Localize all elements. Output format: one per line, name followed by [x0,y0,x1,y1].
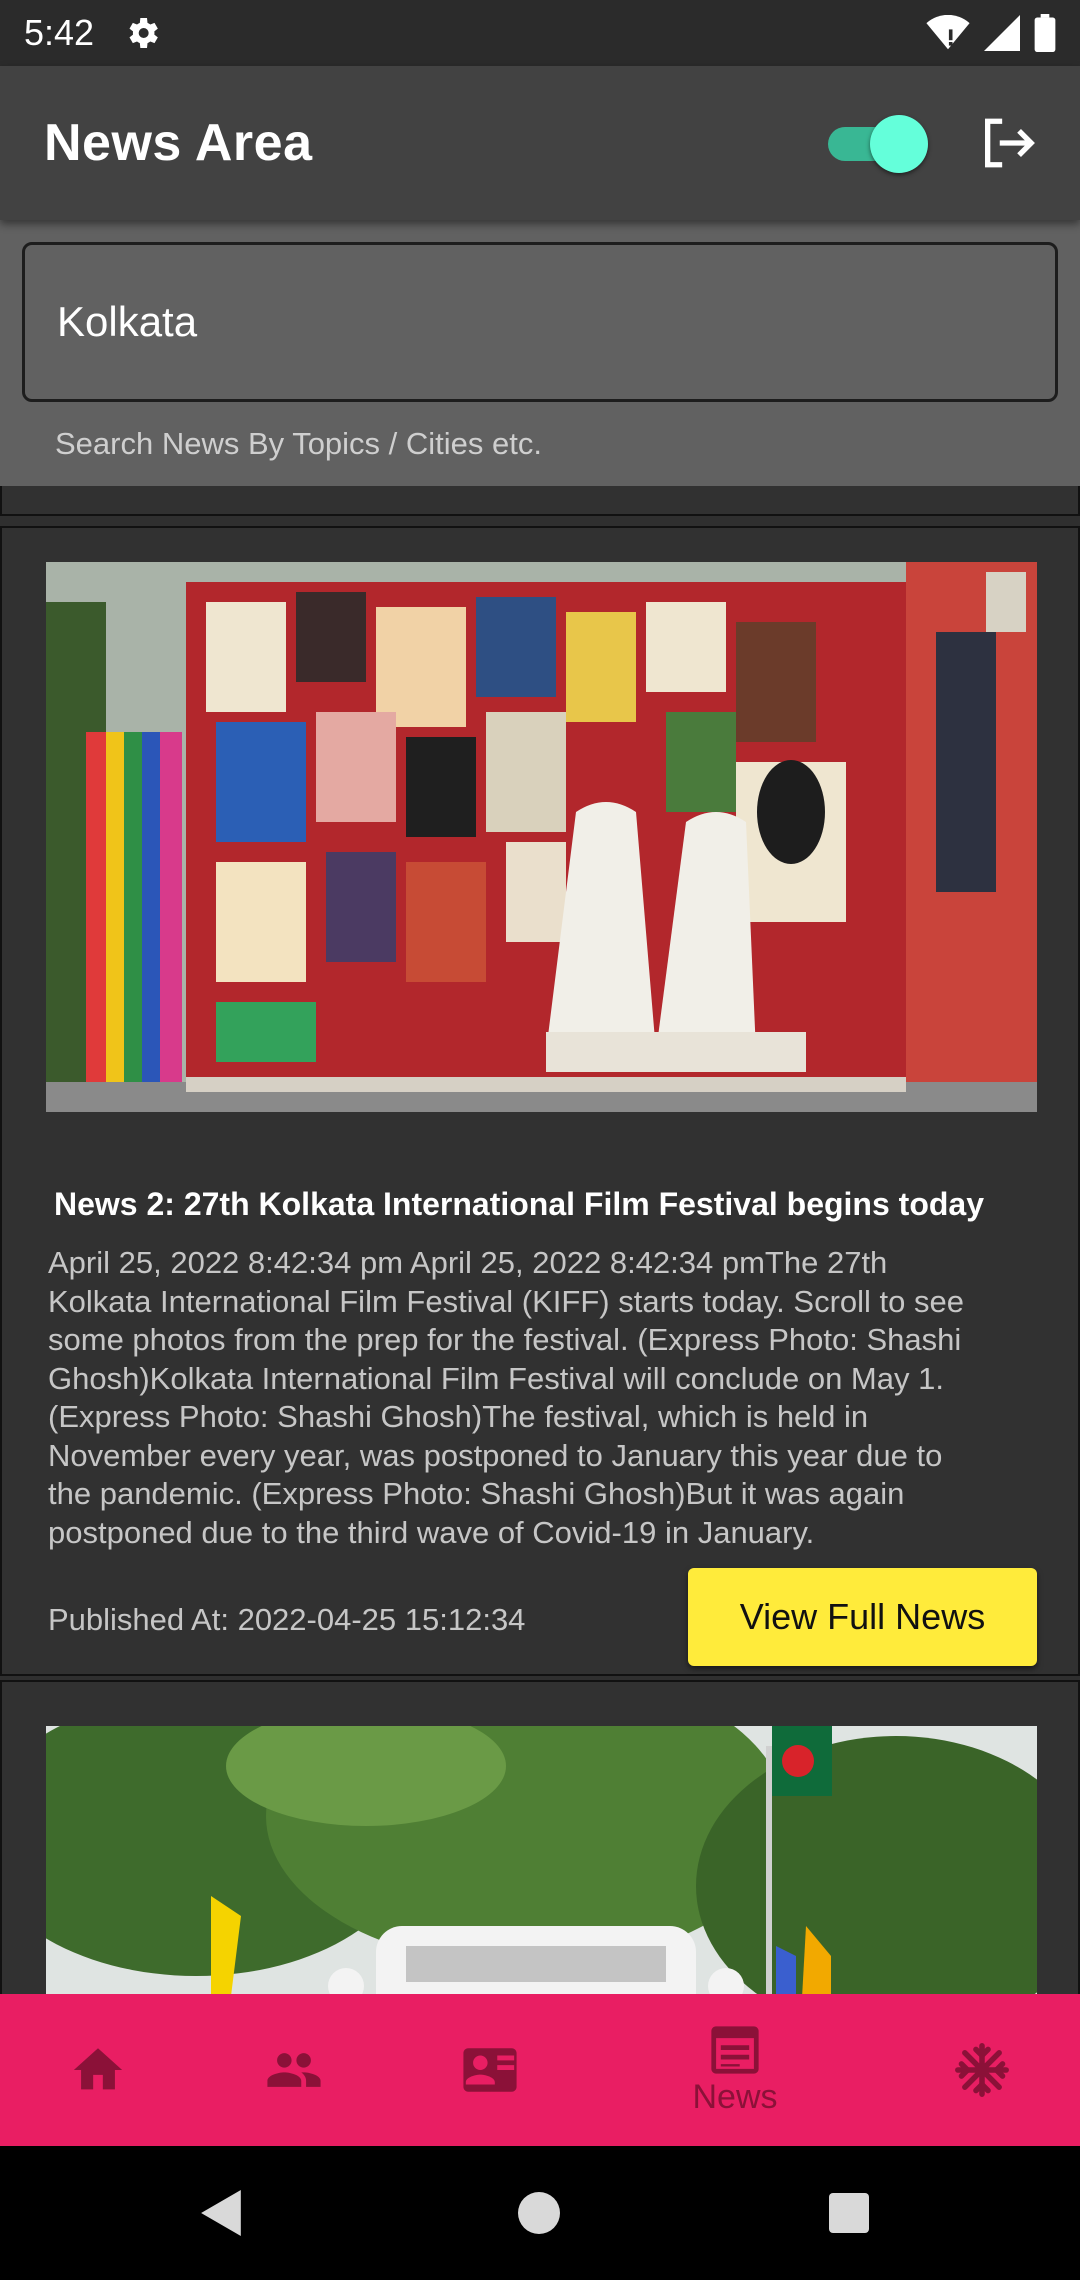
gear-icon [129,18,158,48]
home-circle-icon[interactable] [518,2192,560,2234]
search-input[interactable] [55,297,1025,347]
contact-card-icon [463,2048,517,2092]
nav-label-news: News [692,2077,778,2116]
nav-item-more[interactable] [932,1994,1032,2146]
search-area: Search News By Topics / Cities etc. [0,220,1080,486]
published-date: Published At: 2022-04-25 15:12:34 [48,1602,526,1637]
back-icon[interactable] [200,2190,244,2236]
battery-icon [1034,14,1056,52]
app-title: News Area [44,114,313,172]
signal-icon [984,15,1020,51]
view-full-news-button[interactable]: View Full News [688,1568,1037,1666]
news-feed[interactable]: News 2: 27th Kolkata International Film … [0,486,1080,1994]
news-body-line: November every year, was postponed to Ja… [48,1437,943,1473]
news-body-line: the pandemic. (Express Photo: Shashi Gho… [48,1476,905,1511]
news-card[interactable] [0,1680,1080,1994]
logout-icon[interactable] [978,114,1036,172]
news-body-line: Kolkata International Film Festival (KIF… [48,1283,964,1319]
news-body-line: some photos from the prep for the festiv… [48,1322,962,1357]
news-card-previous [0,486,1080,516]
people-icon [267,2053,321,2087]
flag-street-photo [46,1726,1037,1994]
nav-item-home[interactable] [48,1994,148,2146]
nav-item-contacts[interactable] [440,1994,540,2146]
news-body-line: postponed due to the third wave of Covid… [48,1514,815,1550]
recents-icon[interactable] [828,2193,870,2233]
home-icon [73,2048,123,2090]
search-helper-text: Search News By Topics / Cities etc. [55,426,542,461]
news-body-line: Ghosh)Kolkata International Film Festiva… [48,1360,944,1396]
film-festival-photo [46,562,1037,1112]
news-title: News 2: 27th Kolkata International Film … [54,1186,984,1222]
search-field[interactable] [22,242,1058,402]
news-icon [711,2025,759,2074]
news-body: April 25, 2022 8:42:34 pm April 25, 2022… [48,1244,1038,1552]
app-bar: News Area [0,66,1080,220]
news-body-line: April 25, 2022 8:42:34 pm April 25, 2022… [48,1245,888,1280]
nav-item-people[interactable] [244,1994,344,2146]
status-bar: 5:42 [0,0,1080,66]
news-card[interactable]: News 2: 27th Kolkata International Film … [0,526,1080,1676]
toggle-thumb [870,115,928,173]
bottom-navigation: News [0,1994,1080,2146]
status-time: 5:42 [24,12,95,53]
theme-toggle[interactable] [826,113,928,173]
nav-item-news[interactable]: News [660,1994,810,2146]
system-navigation-bar [0,2146,1080,2280]
wifi-icon [926,15,970,50]
snowflake-icon [955,2043,1009,2097]
news-body-line: (Express Photo: Shashi Ghosh)The festiva… [48,1399,869,1434]
